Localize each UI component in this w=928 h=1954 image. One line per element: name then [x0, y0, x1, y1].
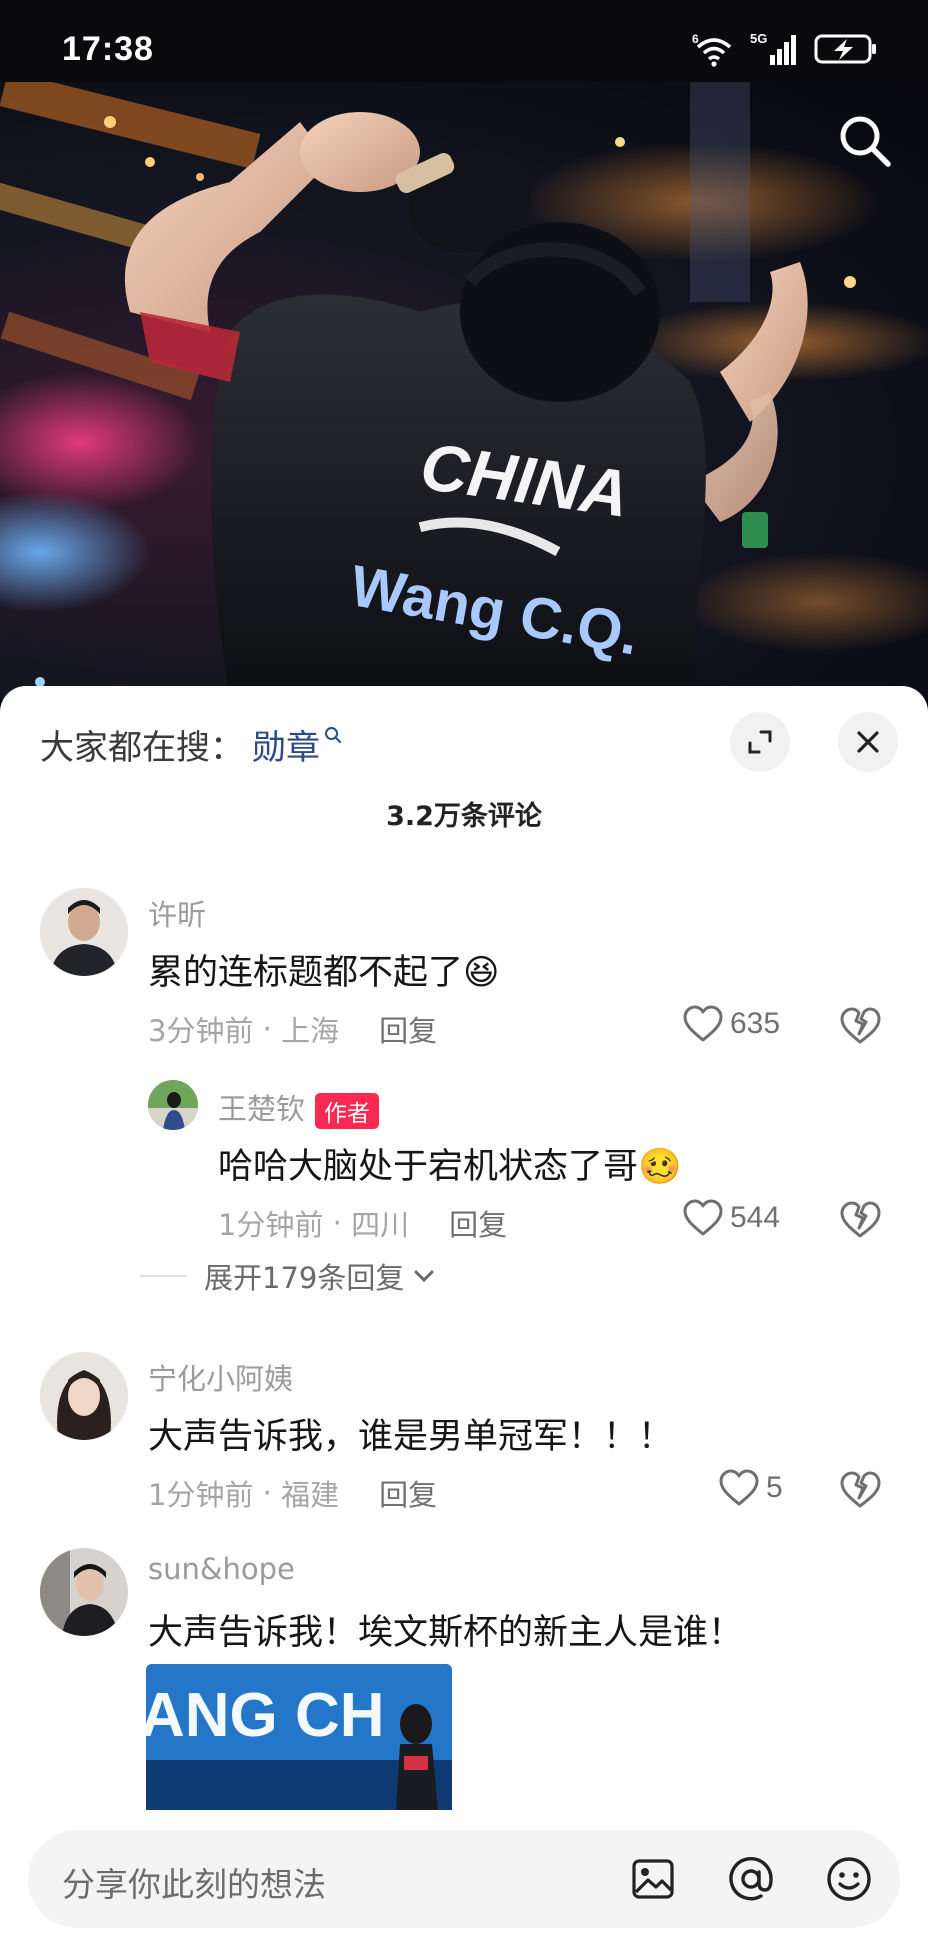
heart-icon [683, 1005, 723, 1042]
divider [140, 1275, 186, 1277]
reply-author[interactable]: 王楚钦 作者 [218, 1086, 380, 1129]
trending-prefix: 大家都在搜： [40, 727, 244, 768]
trending-search[interactable]: 大家都在搜： 勋章 [40, 714, 342, 774]
comment-image[interactable]: ANG CH [146, 1664, 452, 1810]
comment-text: 累的连标题都不起了😆 [148, 953, 500, 993]
like-button[interactable]: 544 [682, 1198, 780, 1238]
reply-location: 四川 [351, 1208, 410, 1242]
comment-location: 上海 [281, 1014, 340, 1048]
svg-text:6: 6 [692, 32, 699, 46]
comment-input-placeholder[interactable]: 分享你此刻的想法 [62, 1858, 326, 1906]
chevron-down-icon [414, 1270, 434, 1283]
small-search-icon [325, 727, 341, 743]
reply-time: 1分钟前 [218, 1208, 324, 1242]
like-count: 5 [766, 1471, 783, 1504]
like-button[interactable]: 635 [682, 1004, 780, 1044]
image-icon[interactable] [628, 1854, 678, 1904]
avatar-image [40, 1352, 128, 1440]
reply-button[interactable]: 回复 [379, 1472, 437, 1514]
reply-meta: 1分钟前 · 四川 回复 [218, 1202, 507, 1244]
wifi-icon: 6 [692, 32, 732, 67]
reply-button[interactable]: 回复 [449, 1202, 507, 1244]
comment-author[interactable]: 许昕 [148, 892, 206, 934]
close-button[interactable] [838, 712, 898, 772]
like-count: 544 [730, 1201, 781, 1234]
battery-charging-icon [814, 34, 876, 64]
comment-text: 大声告诉我！埃文斯杯的新主人是谁！ [148, 1613, 744, 1653]
like-button[interactable]: 5 [718, 1468, 783, 1508]
dislike-icon[interactable] [838, 1198, 882, 1242]
author-badge: 作者 [315, 1093, 380, 1129]
comment-time: 1分钟前 [148, 1478, 254, 1512]
svg-text:5G: 5G [750, 31, 767, 46]
reply-button[interactable]: 回复 [379, 1008, 437, 1050]
expand-replies-button[interactable]: 展开179条回复 [140, 1255, 438, 1297]
comment-author[interactable]: sun&hope [148, 1552, 295, 1586]
comment-time: 3分钟前 [148, 1014, 254, 1048]
status-bar: 17:38 6 5G [0, 0, 928, 82]
expand-replies-label: 展开179条回复 [204, 1261, 405, 1295]
avatar[interactable] [40, 1548, 128, 1636]
at-icon[interactable] [726, 1854, 776, 1904]
avatar[interactable] [40, 888, 128, 976]
comment-location: 福建 [281, 1478, 340, 1512]
emoji-icon[interactable] [824, 1854, 874, 1904]
avatar-image [40, 888, 128, 976]
search-icon[interactable] [834, 110, 896, 172]
player-photo: CHINA Wang C.Q. [0, 82, 928, 700]
hero-photo[interactable]: CHINA Wang C.Q. [0, 82, 928, 700]
comment-meta: 1分钟前 · 福建 回复 [148, 1472, 437, 1514]
trending-keyword-link[interactable]: 勋章 [252, 720, 320, 769]
status-icons: 6 5G [692, 30, 878, 68]
status-time: 17:38 [62, 30, 154, 68]
svg-text:ANG CH: ANG CH [146, 1681, 385, 1750]
avatar-image [148, 1080, 198, 1130]
comment-input-bar[interactable]: 分享你此刻的想法 [28, 1830, 900, 1928]
comment-count: 3.2万条评论 [386, 801, 542, 832]
comment-text: 大声告诉我，谁是男单冠军！！！ [148, 1417, 674, 1457]
reply-text: 哈哈大脑处于宕机状态了哥🥴 [218, 1147, 682, 1187]
avatar[interactable] [148, 1080, 198, 1130]
avatar-image [40, 1548, 128, 1636]
expand-icon [748, 730, 772, 754]
close-icon [857, 731, 879, 753]
comment-image-graphic: ANG CH [146, 1664, 452, 1810]
comment-meta: 3分钟前 · 上海 回复 [148, 1008, 437, 1050]
dislike-icon[interactable] [838, 1004, 882, 1048]
heart-icon [683, 1199, 723, 1236]
comment-sheet: 大家都在搜： 勋章 3.2万条评论 [0, 686, 928, 1954]
expand-button[interactable] [730, 712, 790, 772]
dislike-icon[interactable] [838, 1468, 882, 1512]
avatar[interactable] [40, 1352, 128, 1440]
cellular-icon: 5G [750, 31, 796, 65]
heart-icon [719, 1469, 759, 1506]
comment-author[interactable]: 宁化小阿姨 [148, 1356, 293, 1398]
like-count: 635 [730, 1007, 781, 1040]
